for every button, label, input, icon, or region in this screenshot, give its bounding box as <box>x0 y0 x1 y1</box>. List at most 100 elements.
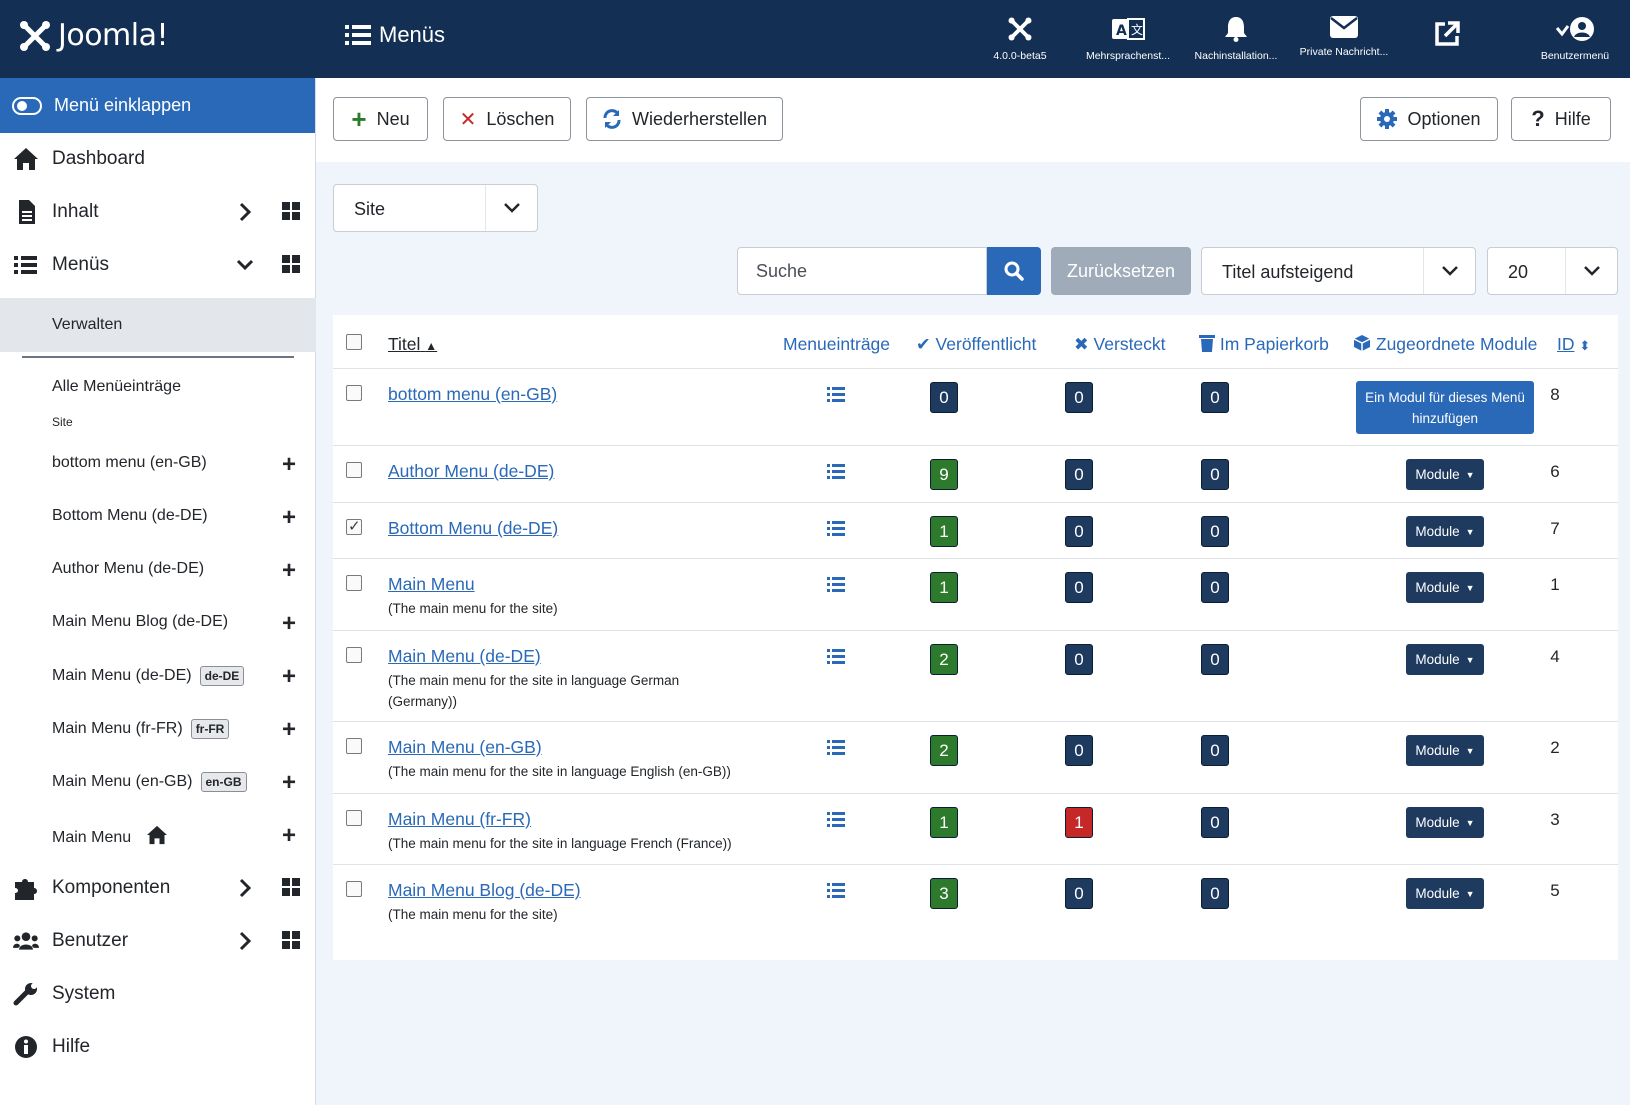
reset-button[interactable]: Zurücksetzen <box>1051 247 1191 295</box>
published-header[interactable]: ✔ Veröffentlicht <box>916 334 1036 355</box>
published-count[interactable]: 9 <box>930 459 958 490</box>
sidebar-item-help[interactable]: Hilfe <box>0 1023 316 1071</box>
module-dropdown-button[interactable]: Module ▼ <box>1406 644 1484 675</box>
menu-items-list-icon[interactable] <box>827 882 845 898</box>
menu-items-list-icon[interactable] <box>827 463 845 479</box>
header-user-menu[interactable]: Benutzermenü <box>1520 16 1630 62</box>
menu-title-link[interactable]: Main Menu <box>388 574 475 595</box>
sort-title-header[interactable]: Titel ▲ <box>388 334 437 355</box>
plus-icon[interactable]: + <box>282 610 296 638</box>
sidebar-menu-item[interactable]: bottom menu (en-GB) + <box>0 441 316 485</box>
sort-select[interactable]: Titel aufsteigend <box>1201 247 1476 295</box>
joomla-logo[interactable]: Joomla! <box>18 18 169 53</box>
sidebar-item-users[interactable]: Benutzer <box>0 917 316 965</box>
dashboard-grid-icon[interactable] <box>282 931 300 949</box>
plus-icon[interactable]: + <box>282 504 296 532</box>
sidebar-menu-item[interactable]: Main Menu (fr-FR) fr-FR + <box>0 706 316 750</box>
header-messages[interactable]: Private Nachricht... <box>1289 16 1399 58</box>
help-button[interactable]: ? Hilfe <box>1511 97 1611 141</box>
header-multilanguage[interactable]: A 文 Mehrsprachenst... <box>1073 16 1183 62</box>
dashboard-grid-icon[interactable] <box>282 255 300 273</box>
hidden-header[interactable]: ✖ Versteckt <box>1074 334 1166 355</box>
restore-button[interactable]: Wiederherstellen <box>586 97 783 141</box>
row-checkbox[interactable] <box>346 738 362 754</box>
options-button[interactable]: Optionen <box>1360 97 1498 141</box>
published-count[interactable]: 2 <box>930 644 958 675</box>
hidden-count[interactable]: 1 <box>1065 807 1093 838</box>
module-dropdown-button[interactable]: Module ▼ <box>1406 807 1484 838</box>
hidden-count[interactable]: 0 <box>1065 878 1093 909</box>
menu-items-list-icon[interactable] <box>827 576 845 592</box>
header-preview-link[interactable] <box>1417 20 1477 56</box>
published-count[interactable]: 0 <box>930 382 958 413</box>
module-dropdown-button[interactable]: Module ▼ <box>1406 735 1484 766</box>
sidebar-menu-item[interactable]: Main Menu (en-GB) en-GB + <box>0 759 316 803</box>
header-postinstall[interactable]: Nachinstallation... <box>1181 16 1291 62</box>
plus-icon[interactable]: + <box>282 663 296 691</box>
sidebar-item-all-items[interactable]: Alle Menüeinträge <box>0 365 316 409</box>
search-input[interactable] <box>737 247 987 295</box>
row-checkbox[interactable] <box>346 385 362 401</box>
published-count[interactable]: 1 <box>930 807 958 838</box>
hidden-count[interactable]: 0 <box>1065 644 1093 675</box>
menu-items-list-icon[interactable] <box>827 648 845 664</box>
menu-collapse-toggle[interactable]: Menü einklappen <box>0 78 315 133</box>
module-dropdown-button[interactable]: Module ▼ <box>1406 572 1484 603</box>
menu-title-link[interactable]: bottom menu (en-GB) <box>388 384 557 405</box>
add-module-button[interactable]: Ein Modul für dieses Menü hinzufügen <box>1356 381 1534 434</box>
trashed-header[interactable]: Im Papierkorb <box>1199 334 1329 355</box>
menu-title-link[interactable]: Main Menu (de-DE) <box>388 646 541 667</box>
sidebar-menu-item[interactable]: Author Menu (de-DE) + <box>0 547 316 591</box>
client-select[interactable]: Site <box>333 184 538 232</box>
row-checkbox[interactable] <box>346 462 362 478</box>
sidebar-menu-item[interactable]: Main Menu + <box>0 812 316 856</box>
published-count[interactable]: 2 <box>930 735 958 766</box>
dashboard-grid-icon[interactable] <box>282 202 300 220</box>
sidebar-item-dashboard[interactable]: Dashboard <box>0 135 316 183</box>
menu-items-list-icon[interactable] <box>827 386 845 402</box>
row-checkbox[interactable] <box>346 517 362 535</box>
menu-items-list-icon[interactable] <box>827 739 845 755</box>
published-count[interactable]: 1 <box>930 572 958 603</box>
trashed-count[interactable]: 0 <box>1201 878 1229 909</box>
menu-title-link[interactable]: Main Menu (fr-FR) <box>388 809 531 830</box>
trashed-count[interactable]: 0 <box>1201 459 1229 490</box>
hidden-count[interactable]: 0 <box>1065 382 1093 413</box>
hidden-count[interactable]: 0 <box>1065 459 1093 490</box>
plus-icon[interactable]: + <box>282 557 296 585</box>
hidden-count[interactable]: 0 <box>1065 516 1093 547</box>
search-button[interactable] <box>987 247 1041 295</box>
menu-title-link[interactable]: Main Menu (en-GB) <box>388 737 542 758</box>
trashed-count[interactable]: 0 <box>1201 572 1229 603</box>
module-dropdown-button[interactable]: Module ▼ <box>1406 878 1484 909</box>
module-dropdown-button[interactable]: Module ▼ <box>1406 459 1484 490</box>
row-checkbox[interactable] <box>346 575 362 591</box>
sidebar-item-manage[interactable]: Verwalten <box>0 298 316 352</box>
row-checkbox[interactable] <box>346 810 362 826</box>
plus-icon[interactable]: + <box>282 451 296 479</box>
menu-title-link[interactable]: Author Menu (de-DE) <box>388 461 554 482</box>
modules-header[interactable]: Zugeordnete Module <box>1353 334 1537 355</box>
trashed-count[interactable]: 0 <box>1201 516 1229 547</box>
header-version[interactable]: 4.0.0-beta5 <box>965 16 1075 62</box>
sidebar-menu-item[interactable]: Main Menu (de-DE) de-DE + <box>0 653 316 697</box>
sidebar-item-components[interactable]: Komponenten <box>0 864 316 912</box>
row-checkbox[interactable] <box>346 647 362 663</box>
row-checkbox[interactable] <box>346 881 362 897</box>
sidebar-item-system[interactable]: System <box>0 970 316 1018</box>
published-count[interactable]: 1 <box>930 516 958 547</box>
select-all-checkbox[interactable] <box>346 334 362 350</box>
trashed-count[interactable]: 0 <box>1201 807 1229 838</box>
menu-title-link[interactable]: Bottom Menu (de-DE) <box>388 518 558 539</box>
trashed-count[interactable]: 0 <box>1201 735 1229 766</box>
id-header[interactable]: ID ⬍ <box>1557 334 1590 355</box>
menu-items-list-icon[interactable] <box>827 811 845 827</box>
hidden-count[interactable]: 0 <box>1065 572 1093 603</box>
plus-icon[interactable]: + <box>282 769 296 797</box>
hidden-count[interactable]: 0 <box>1065 735 1093 766</box>
delete-button[interactable]: ✕ Löschen <box>443 97 571 141</box>
dashboard-grid-icon[interactable] <box>282 878 300 896</box>
trashed-count[interactable]: 0 <box>1201 382 1229 413</box>
menu-items-list-icon[interactable] <box>827 520 845 536</box>
new-button[interactable]: + Neu <box>333 97 428 141</box>
